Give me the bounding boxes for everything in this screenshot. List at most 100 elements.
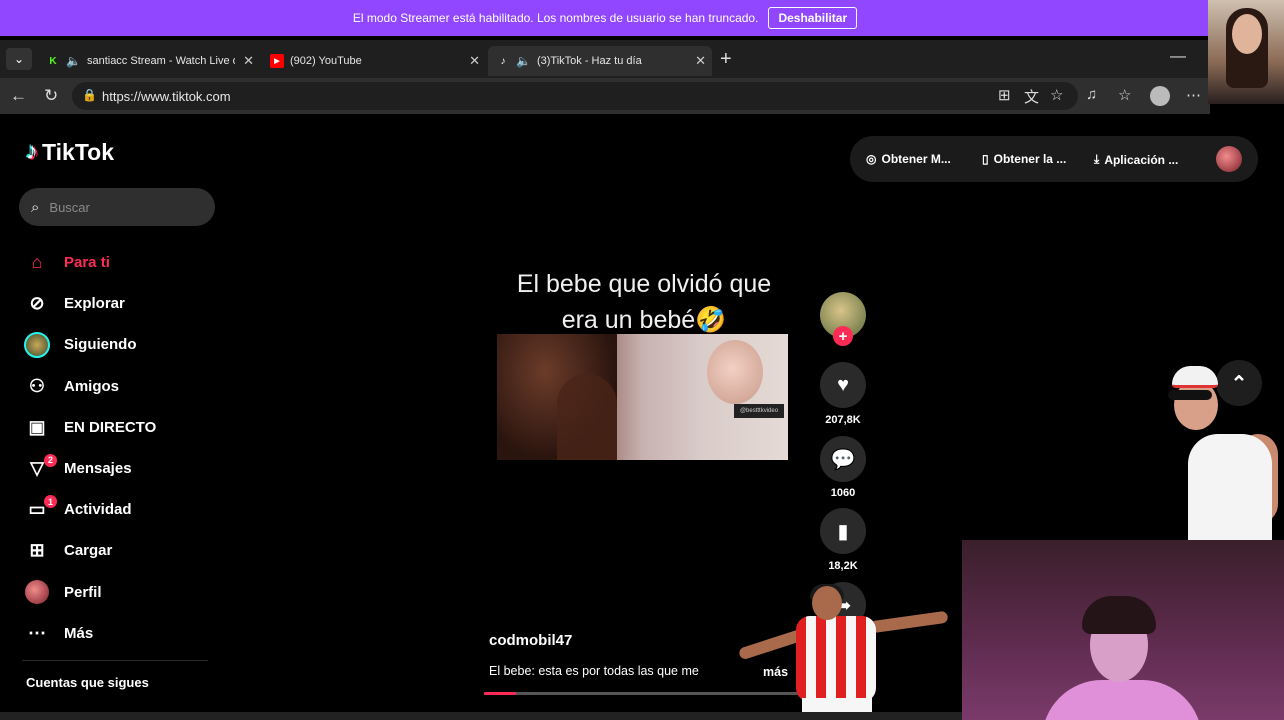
banner-message: El modo Streamer está habilitado. Los no… (352, 11, 759, 25)
upload-icon: ⊞ (29, 540, 45, 561)
nav-item-explorar[interactable]: ⊘ Explorar (24, 283, 156, 324)
sidebar-nav: ⌂ Para ti ⊘ Explorar Siguiendo ⚇ Amigos … (24, 242, 156, 654)
video-author[interactable]: codmobil47 (489, 632, 572, 649)
top-actions-bar: ◎ Obtener M... ▯ Obtener la ... ⤓ Aplica… (850, 136, 1258, 182)
nav-label: Para ti (64, 254, 110, 272)
download-icon: ⤓ (1094, 152, 1100, 166)
speaker-icon[interactable]: 🔈 (516, 54, 531, 68)
comment-count: 1060 (830, 487, 856, 499)
screen: El modo Streamer está habilitado. Los no… (0, 0, 1284, 720)
tab-strip: ⌄ K 🔈 santiacc Stream - Watch Live o ✕ ▶… (0, 40, 1210, 78)
bookmark-icon: ▮ (837, 520, 849, 543)
streamer-mode-banner: El modo Streamer está habilitado. Los no… (0, 0, 1210, 36)
sticker-overlay-player (736, 584, 952, 720)
nav-label: Siguiendo (64, 336, 137, 354)
video-caption-overlay: El bebe que olvidó que era un bebé🤣 (484, 266, 804, 338)
phone-icon: ▯ (982, 152, 989, 166)
minimize-window-button[interactable]: — (1170, 48, 1186, 66)
youtube-icon: ▶ (270, 54, 284, 68)
lock-icon[interactable]: 🔒 (82, 88, 97, 102)
desktop-app-button[interactable]: ⤓ Aplicación ... (1094, 152, 1178, 167)
nav-item-siguiendo[interactable]: Siguiendo (24, 324, 156, 365)
nav-label: Perfil (64, 583, 102, 601)
tab-kick[interactable]: K 🔈 santiacc Stream - Watch Live o ✕ (38, 46, 260, 76)
search-icon: ⌕ (31, 198, 40, 216)
menu-icon[interactable]: ⋯ (1186, 86, 1201, 104)
translate-icon[interactable]: 文 (1024, 86, 1039, 107)
more-icon: ⋯ (28, 622, 46, 643)
video-description: El bebe: esta es por todas las que me (489, 664, 699, 678)
apps-icon[interactable]: ⊞ (998, 86, 1011, 104)
nav-item-mas[interactable]: ⋯ Más (24, 613, 156, 654)
url-text: https://www.tiktok.com (102, 88, 231, 104)
tab-tiktok[interactable]: ♪ 🔈 (3)TikTok - Haz tu día ✕ (488, 46, 712, 76)
activity-badge: 1 (44, 495, 57, 509)
get-coins-label: Obtener M... (881, 152, 951, 166)
nav-item-mensajes[interactable]: ▽ 2 Mensajes (24, 448, 156, 489)
nav-item-cargar[interactable]: ⊞ Cargar (24, 530, 156, 571)
caption-line-2: era un bebé🤣 (561, 306, 727, 334)
nav-label: Mensajes (64, 460, 132, 478)
close-tab-icon[interactable]: ✕ (243, 53, 254, 69)
nav-item-amigos[interactable]: ⚇ Amigos (24, 366, 156, 407)
video-watermark: @bestttkvideo (734, 404, 784, 418)
desktop-app-label: Aplicación ... (1104, 152, 1179, 167)
tiktok-logo[interactable]: ♪ TikTok (26, 138, 114, 166)
get-app-button[interactable]: ▯ Obtener la ... (982, 152, 1066, 166)
favorite-star-icon[interactable]: ☆ (1050, 86, 1063, 104)
close-tab-icon[interactable]: ✕ (469, 53, 480, 69)
tab-title: santiacc Stream - Watch Live o (86, 55, 235, 67)
follow-plus-icon[interactable]: + (833, 326, 853, 346)
like-count: 207,8K (825, 414, 861, 426)
search-input[interactable]: ⌕ Buscar (19, 188, 215, 226)
home-icon: ⌂ (31, 252, 43, 273)
messages-badge: 2 (44, 453, 57, 467)
speaker-icon[interactable]: 🔈 (66, 54, 81, 68)
tiktok-note-icon: ♪ (26, 138, 38, 165)
nav-item-en-directo[interactable]: ▣ EN DIRECTO (24, 407, 156, 448)
nav-label: Actividad (64, 501, 132, 519)
heart-icon: ♥ (837, 373, 849, 396)
tab-youtube[interactable]: ▶ (902) YouTube ✕ (262, 46, 486, 76)
new-tab-button[interactable]: + (720, 48, 732, 71)
close-tab-icon[interactable]: ✕ (695, 53, 706, 69)
get-coins-button[interactable]: ◎ Obtener M... (866, 152, 951, 166)
tab-list-button[interactable]: ⌄ (6, 48, 32, 70)
profile-avatar (24, 579, 50, 605)
video-progress-fill (484, 692, 516, 695)
nav-item-perfil[interactable]: Perfil (24, 572, 156, 613)
bottom-scrollbar[interactable] (0, 712, 962, 720)
hand-figure (557, 374, 617, 460)
save-count: 18,2K (828, 560, 858, 572)
tab-title: (902) YouTube (290, 55, 362, 67)
like-button[interactable]: ♥ (820, 362, 866, 408)
user-avatar[interactable] (1216, 146, 1242, 172)
get-app-label: Obtener la ... (993, 152, 1067, 166)
sticker-overlay-man (1164, 364, 1284, 540)
coin-icon: ◎ (866, 152, 877, 166)
extensions-icon[interactable]: ♫ (1086, 86, 1097, 103)
nav-label: Explorar (64, 295, 125, 313)
url-field[interactable]: 🔒 https://www.tiktok.com (72, 82, 1078, 110)
comment-button[interactable]: 💬 (820, 436, 866, 482)
logo-text: TikTok (42, 138, 114, 165)
live-icon: ▣ (28, 416, 46, 437)
back-icon[interactable]: ← (10, 86, 27, 106)
tab-title: (3)TikTok - Haz tu día (536, 55, 642, 67)
profile-avatar-icon[interactable] (1150, 86, 1170, 106)
tiktok-icon: ♪ (500, 55, 506, 67)
save-button[interactable]: ▮ (820, 508, 866, 554)
video-frame: @bestttkvideo (497, 334, 788, 460)
reload-icon[interactable]: ↻ (44, 86, 58, 106)
webcam-overlay-bottom (962, 540, 1284, 720)
webcam-overlay-top (1208, 0, 1284, 104)
favorites-icon[interactable]: ☆ (1118, 86, 1131, 104)
disable-streamer-mode-button[interactable]: Deshabilitar (768, 7, 858, 29)
friends-icon: ⚇ (28, 375, 46, 396)
search-placeholder: Buscar (49, 199, 90, 215)
nav-item-actividad[interactable]: ▭ 1 Actividad (24, 489, 156, 530)
caption-line-1: El bebe que olvidó que (516, 270, 772, 298)
nav-label: EN DIRECTO (64, 418, 157, 436)
baby-figure (707, 340, 763, 404)
nav-item-para-ti[interactable]: ⌂ Para ti (24, 242, 156, 283)
